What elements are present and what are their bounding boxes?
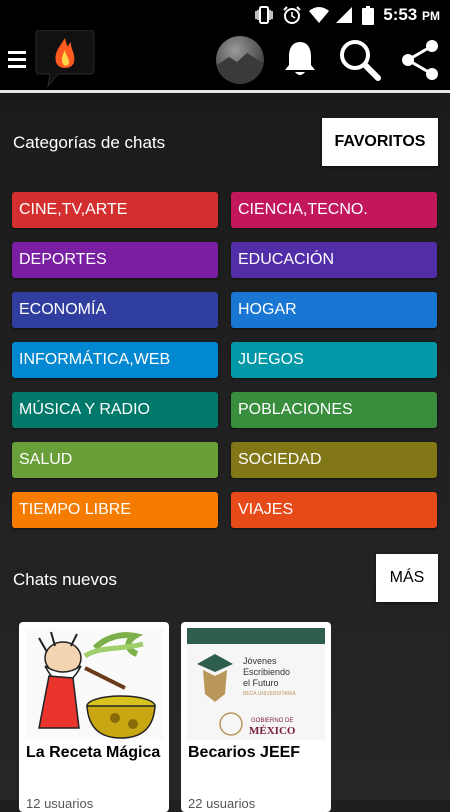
bell-icon[interactable]	[283, 40, 317, 78]
thumb-logo-line-4: BECA UNIVERSITARIA	[243, 691, 296, 697]
new-chats-title: Chats nuevos	[13, 570, 117, 589]
vibrate-icon	[255, 6, 273, 24]
status-bar: 5:53 PM	[0, 0, 450, 30]
category-ciencia-tecno[interactable]: CIENCIA,TECNO.	[231, 192, 437, 228]
chat-card-title: La Receta Mágica	[26, 744, 161, 761]
alarm-icon	[283, 6, 301, 24]
category-educacion[interactable]: EDUCACIÓN	[231, 242, 437, 278]
chat-card-users: 12 usuarios	[26, 796, 94, 811]
category-cine-tv-arte[interactable]: CINE,TV,ARTE	[12, 192, 218, 228]
app-toolbar	[0, 30, 450, 90]
hamburger-menu-icon[interactable]	[8, 48, 28, 72]
category-tiempo-libre[interactable]: TIEMPO LIBRE	[12, 492, 218, 528]
category-sociedad[interactable]: SOCIEDAD	[231, 442, 437, 478]
category-economia[interactable]: ECONOMÍA	[12, 292, 218, 328]
signal-icon	[336, 7, 352, 23]
chat-card-title: Becarios JEEF	[188, 744, 301, 761]
chat-thumbnail-image	[25, 628, 163, 740]
chat-card-users: 22 usuarios	[188, 796, 256, 811]
status-time: 5:53 PM	[383, 5, 440, 24]
category-musica-radio[interactable]: MÚSICA Y RADIO	[12, 392, 218, 428]
favorites-button[interactable]: FAVORITOS	[322, 118, 438, 166]
more-button[interactable]: MÁS	[376, 554, 438, 602]
chat-card-receta-magica[interactable]: La Receta Mágica 12 usuarios	[19, 622, 169, 812]
thumb-logo-line-1: Jóvenes	[243, 656, 277, 666]
chat-card-becarios-jeef[interactable]: Jóvenes Escribiendo el Futuro BECA UNIVE…	[181, 622, 331, 812]
category-poblaciones[interactable]: POBLACIONES	[231, 392, 437, 428]
category-hogar[interactable]: HOGAR	[231, 292, 437, 328]
chat-thumbnail-image: Jóvenes Escribiendo el Futuro BECA UNIVE…	[187, 628, 325, 740]
category-viajes[interactable]: VIAJES	[231, 492, 437, 528]
category-informatica-web[interactable]: INFORMÁTICA,WEB	[12, 342, 218, 378]
thumb-logo-line-2: Escribiendo	[243, 667, 290, 677]
thumb-gov-line-1: GOBIERNO DE	[251, 718, 293, 724]
category-deportes[interactable]: DEPORTES	[12, 242, 218, 278]
thumb-gov-line-2: MÉXICO	[249, 725, 296, 737]
share-icon[interactable]	[398, 38, 442, 82]
category-juegos[interactable]: JUEGOS	[231, 342, 437, 378]
battery-icon	[362, 6, 374, 25]
wifi-icon	[309, 7, 329, 23]
search-icon[interactable]	[338, 38, 382, 82]
thumb-logo-line-3: el Futuro	[243, 678, 279, 688]
category-salud[interactable]: SALUD	[12, 442, 218, 478]
user-avatar[interactable]	[215, 35, 265, 85]
fire-chat-logo-icon	[35, 30, 95, 88]
categories-title: Categorías de chats	[13, 133, 166, 152]
